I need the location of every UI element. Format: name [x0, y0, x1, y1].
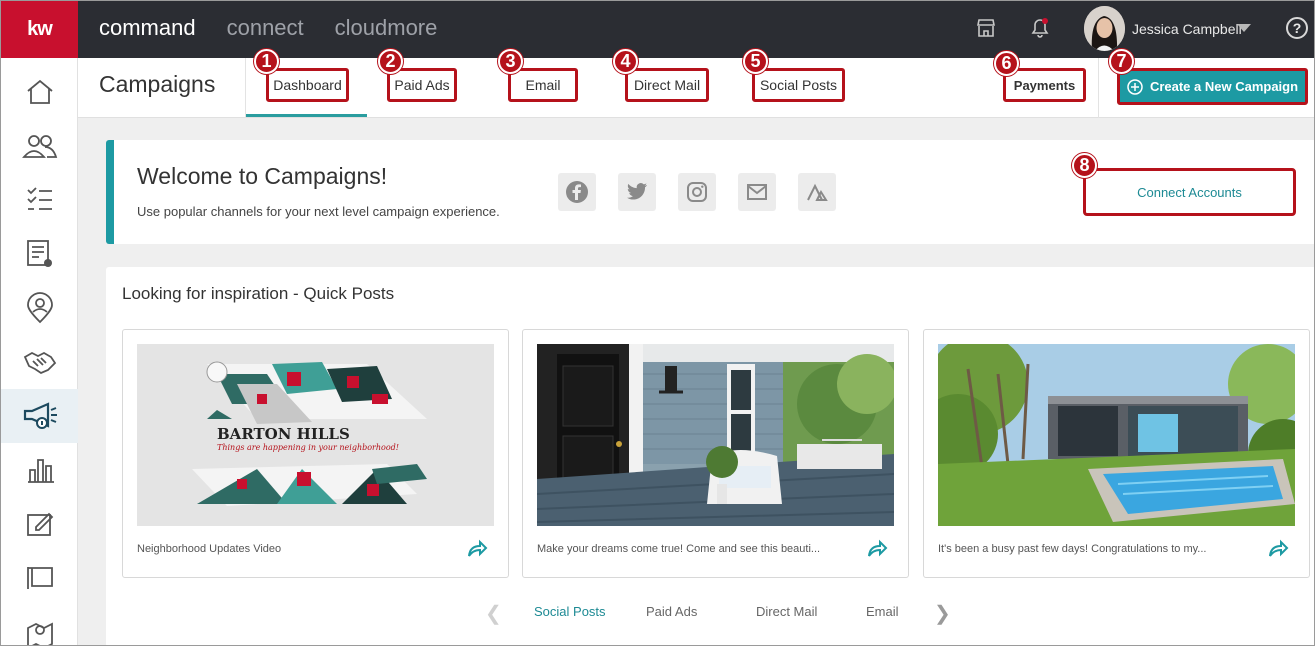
app-window: kw command connect cloudmore Jessica Cam… — [0, 0, 1315, 646]
instagram-icon[interactable] — [678, 173, 716, 211]
tab-label: Social Posts — [759, 77, 838, 93]
annotation-badge: 1 — [254, 49, 279, 74]
tab-divider — [245, 58, 246, 118]
tab-label: Direct Mail — [633, 77, 701, 93]
share-icon[interactable] — [866, 538, 888, 558]
bar-chart-icon[interactable] — [1, 443, 78, 497]
create-campaign-button[interactable]: Create a New Campaign — [1117, 68, 1308, 105]
sidebar — [1, 58, 78, 645]
annotation-badge: 7 — [1109, 49, 1134, 74]
active-tab-indicator — [246, 114, 367, 117]
welcome-title: Welcome to Campaigns! — [137, 163, 388, 189]
tab-paid-ads[interactable]: Paid Ads — [387, 68, 457, 102]
chevron-left-icon[interactable]: ❮ — [485, 601, 502, 626]
contacts-icon[interactable] — [1, 119, 78, 173]
pin-person-icon[interactable] — [1, 281, 78, 335]
nav-command[interactable]: command — [99, 15, 196, 41]
page-title: Campaigns — [99, 71, 216, 97]
post-image-pool-house — [938, 344, 1295, 526]
share-icon[interactable] — [466, 538, 488, 558]
tab-label: Email — [525, 77, 561, 93]
campaigns-header: Campaigns Dashboard Paid Ads Email Direc… — [78, 49, 1314, 118]
inspiration-title: Looking for inspiration - Quick Posts — [122, 284, 395, 303]
tab-social-posts[interactable]: Social Posts — [752, 68, 845, 102]
annotation-badge: 5 — [743, 49, 768, 74]
tab-direct-mail[interactable]: Direct Mail — [625, 68, 709, 102]
tab-label: Payments — [1013, 77, 1076, 93]
nav-cloudmore[interactable]: cloudmore — [335, 15, 438, 41]
chevron-right-icon[interactable]: ❯ — [934, 601, 951, 626]
image-subtitle: Things are happening in your neighborhoo… — [217, 443, 399, 452]
welcome-card: Welcome to Campaigns! Use popular channe… — [106, 140, 1314, 244]
mail-icon[interactable] — [738, 173, 776, 211]
top-nav: command connect cloudmore — [99, 15, 437, 41]
image-title: BARTON HILLS — [217, 425, 350, 443]
post-image-barton-hills: BARTON HILLS Things are happening in you… — [137, 344, 494, 526]
presentation-icon[interactable] — [1, 551, 78, 605]
bell-icon[interactable] — [1027, 15, 1053, 41]
store-icon[interactable] — [973, 15, 999, 41]
tab-label: Dashboard — [273, 77, 342, 93]
connect-accounts-label: Connect Accounts — [1137, 184, 1242, 200]
inspiration-section: Looking for inspiration - Quick Posts BA… — [106, 267, 1314, 645]
filter-email[interactable]: Email — [866, 604, 899, 619]
kw-logo[interactable]: kw — [1, 1, 78, 58]
help-icon[interactable]: ? — [1286, 17, 1308, 39]
filter-social-posts[interactable]: Social Posts — [534, 604, 606, 619]
annotation-badge: 6 — [994, 51, 1019, 76]
annotation-badge: 3 — [498, 49, 523, 74]
home-icon[interactable] — [1, 65, 78, 119]
post-caption: Make your dreams come true! Come and see… — [537, 543, 821, 555]
connect-accounts-button[interactable]: Connect Accounts — [1083, 168, 1296, 216]
twitter-icon[interactable] — [618, 173, 656, 211]
handshake-icon[interactable] — [1, 335, 78, 389]
tab-payments[interactable]: Payments — [1003, 68, 1086, 102]
edit-icon[interactable] — [1, 497, 78, 551]
tasks-icon[interactable] — [1, 173, 78, 227]
quick-post-card[interactable]: It's been a busy past few days! Congratu… — [923, 329, 1310, 578]
avatar[interactable] — [1084, 6, 1125, 51]
facebook-icon[interactable] — [558, 173, 596, 211]
megaphone-icon[interactable] — [1, 389, 78, 443]
chevron-down-icon[interactable] — [1237, 24, 1251, 32]
welcome-subtitle: Use popular channels for your next level… — [137, 204, 500, 219]
tab-dashboard[interactable]: Dashboard — [266, 68, 349, 102]
annotation-badge: 8 — [1072, 153, 1097, 178]
filter-paid-ads[interactable]: Paid Ads — [646, 604, 697, 619]
map-pin-icon[interactable] — [1, 605, 78, 645]
nav-connect[interactable]: connect — [227, 15, 304, 41]
header-divider — [1098, 58, 1099, 118]
post-caption: It's been a busy past few days! Congratu… — [938, 543, 1207, 555]
quick-post-card[interactable]: Make your dreams come true! Come and see… — [522, 329, 909, 578]
tab-label: Paid Ads — [394, 77, 450, 93]
filter-direct-mail[interactable]: Direct Mail — [756, 604, 817, 619]
quick-post-card[interactable]: BARTON HILLS Things are happening in you… — [122, 329, 509, 578]
reports-icon[interactable] — [1, 227, 78, 281]
tab-email[interactable]: Email — [508, 68, 578, 102]
ads-icon[interactable] — [798, 173, 836, 211]
post-image-porch — [537, 344, 894, 526]
post-caption: Neighborhood Updates Video — [137, 543, 282, 555]
annotation-badge: 2 — [378, 49, 403, 74]
create-campaign-label: Create a New Campaign — [1149, 79, 1299, 94]
plus-circle-icon — [1127, 78, 1143, 95]
share-icon[interactable] — [1267, 538, 1289, 558]
user-name[interactable]: Jessica Campbell — [1132, 21, 1242, 37]
annotation-badge: 4 — [613, 49, 638, 74]
